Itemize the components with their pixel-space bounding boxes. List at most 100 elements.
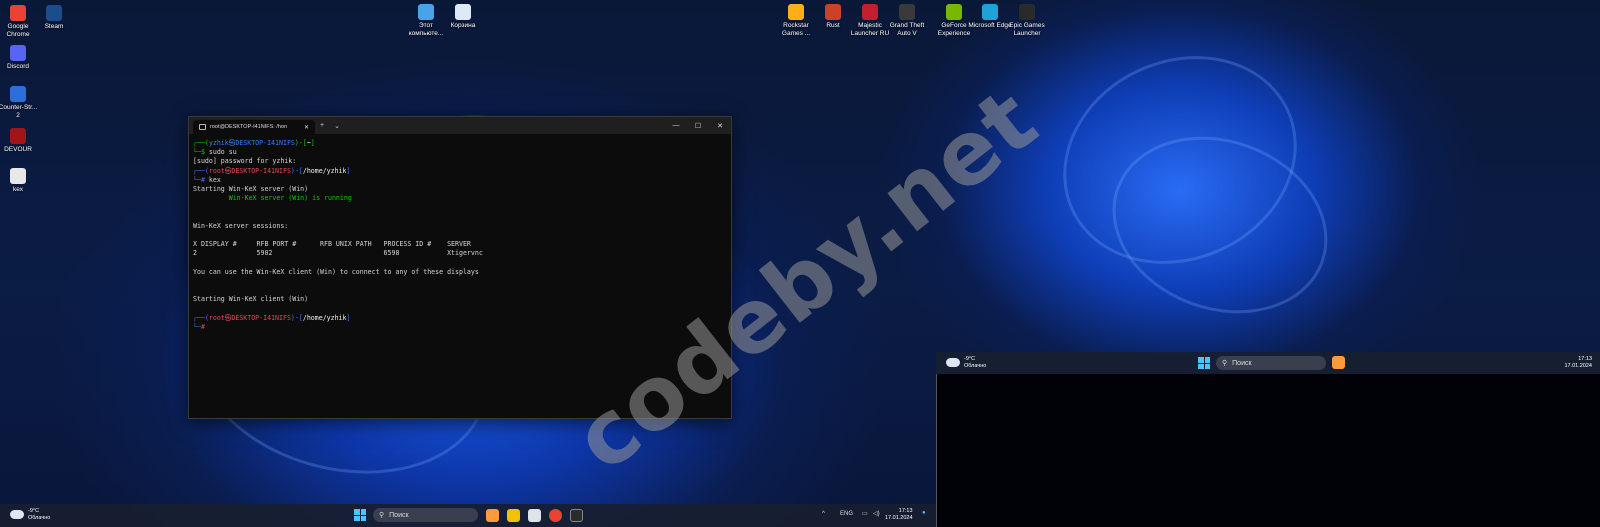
cloud-icon — [10, 510, 24, 519]
desktop-icon[interactable]: DEVOUR — [0, 128, 40, 154]
terminal-line: X DISPLAY # RFB PORT # RFB UNIX PATH PRO… — [193, 240, 727, 249]
weather-widget[interactable]: -9°C Облачно — [10, 508, 50, 521]
terminal-text: ┌──( — [193, 313, 209, 322]
terminal-text: )-[ — [290, 166, 303, 175]
terminal-line — [193, 213, 727, 222]
terminal-line — [193, 231, 727, 240]
notification-icon[interactable]: ● — [922, 510, 926, 516]
terminal-icon — [199, 124, 206, 130]
terminal-text: Starting Win-KeX server (Win) — [193, 185, 309, 194]
desktop-icon-label: Grand Theft Auto V — [889, 22, 925, 37]
close-button[interactable]: ✕ — [709, 122, 731, 130]
geforce-icon — [946, 4, 962, 20]
taskbar-secondary: -9°C Облачно ⚲ Поиск 17:13 17.01.2024 — [936, 352, 1600, 374]
maximize-button[interactable]: ☐ — [687, 122, 709, 130]
terminal-text: yzhik㉿DESKTOP-I41NIFS — [208, 139, 295, 147]
terminal-line: └─# kex — [193, 176, 727, 185]
clock[interactable]: 17:13 17.01.2024 — [885, 508, 913, 522]
desktop-icon[interactable]: Grand Theft Auto V — [885, 4, 929, 37]
weather-desc: Облачно — [28, 514, 51, 521]
desktop-icon[interactable]: kex — [0, 168, 40, 194]
terminal-output[interactable]: ┌──(yzhik㉿DESKTOP-I41NIFS)-[~] └─$ sudo s… — [189, 134, 731, 337]
terminal-text: └─ — [193, 323, 201, 332]
terminal-text: root㉿DESKTOP-I41NIFS — [208, 313, 291, 322]
majestic-icon — [862, 4, 878, 20]
store-icon[interactable] — [528, 509, 541, 522]
terminal-text: )-[ — [294, 139, 307, 147]
terminal-text: ] — [310, 139, 315, 147]
app-icon[interactable] — [1332, 356, 1345, 369]
chrome-icon[interactable] — [549, 509, 562, 522]
start-button[interactable] — [354, 509, 366, 521]
desktop-icon[interactable]: Корзина — [441, 4, 485, 30]
terminal-taskbar-icon[interactable] — [570, 509, 583, 522]
terminal-line: Starting Win-KeX client (Win) — [193, 295, 727, 304]
terminal-titlebar[interactable]: root@DESKTOP-I41NIFS: /hon ✕ + ⌄ — ☐ ✕ — [189, 117, 731, 134]
terminal-text: Win-KeX server sessions: — [193, 221, 289, 230]
terminal-text: Starting Win-KeX client (Win) — [193, 295, 309, 304]
clock[interactable]: 17:13 17.01.2024 — [1564, 356, 1592, 370]
close-tab-icon[interactable]: ✕ — [304, 124, 309, 131]
desktop-icon[interactable]: Counter-Str... 2 — [0, 86, 40, 119]
desktop-icon-label: Counter-Str... 2 — [0, 104, 38, 119]
terminal-tab-title: root@DESKTOP-I41NIFS: /hon — [210, 124, 288, 130]
terminal-text: ] — [346, 313, 351, 322]
clock-date: 17.01.2024 — [1564, 363, 1592, 369]
discord-icon — [10, 45, 26, 61]
terminal-line: [sudo] password for yzhik: — [193, 157, 727, 166]
new-tab-button[interactable]: + — [315, 122, 329, 129]
rockstar-icon — [788, 4, 804, 20]
terminal-line: You can use the Win-KeX client (Win) to … — [193, 268, 727, 277]
start-button[interactable] — [1198, 357, 1210, 369]
terminal-line: └─# — [193, 323, 727, 332]
file-explorer-icon[interactable] — [507, 509, 520, 522]
weather-temp: -9°C — [28, 508, 40, 514]
cloud-icon — [946, 358, 960, 367]
desktop-icon[interactable]: Discord — [0, 45, 40, 71]
devour-icon — [10, 128, 26, 144]
edge-icon — [982, 4, 998, 20]
weather-temp: -9°C — [964, 356, 976, 362]
terminal-text: root㉿DESKTOP-I41NIFS — [208, 166, 291, 175]
terminal-line: 2 5902 6598 Xtigervnc — [193, 249, 727, 258]
search-icon: ⚲ — [379, 512, 385, 519]
cs2-icon — [10, 86, 26, 102]
tray-chevron-icon[interactable]: ^ — [822, 511, 825, 517]
recycle-bin-icon — [455, 4, 471, 20]
search-placeholder: Поиск — [389, 511, 409, 519]
terminal-line: Starting Win-KeX server (Win) — [193, 185, 727, 194]
volume-icon[interactable]: ◁) — [873, 510, 880, 517]
weather-widget[interactable]: -9°C Облачно — [946, 356, 986, 369]
search-box[interactable]: ⚲ Поиск — [1216, 356, 1326, 370]
rust-icon — [825, 4, 841, 20]
desktop-icon[interactable]: Epic Games Launcher — [1005, 4, 1049, 37]
desktop-icon-label: Steam — [44, 23, 64, 30]
language-indicator[interactable]: ENG — [840, 511, 853, 517]
weather-desc: Облачно — [964, 362, 987, 369]
terminal-text: ┌──( — [193, 166, 209, 175]
desktop-icon-label: kex — [12, 186, 24, 193]
desktop-icon-label: Discord — [6, 63, 30, 70]
terminal-line — [193, 305, 727, 314]
desktop-icon[interactable]: Steam — [32, 5, 76, 31]
tab-dropdown-button[interactable]: ⌄ — [329, 122, 345, 130]
terminal-line: Win-KeX server sessions: — [193, 222, 727, 231]
terminal-text: # — [200, 323, 205, 332]
terminal-text: Win-KeX server (Win) is running — [193, 194, 352, 203]
terminal-tab[interactable]: root@DESKTOP-I41NIFS: /hon ✕ — [193, 120, 315, 134]
network-icon[interactable]: ▭ — [862, 510, 868, 517]
terminal-text: sudo su — [208, 148, 237, 157]
clock-time: 17:13 — [1578, 356, 1592, 362]
computer-icon — [418, 4, 434, 20]
vnc-viewer-panel[interactable] — [936, 374, 1600, 527]
search-box[interactable]: ⚲ Поиск — [373, 508, 478, 522]
minimize-button[interactable]: — — [665, 122, 687, 130]
terminal-line — [193, 203, 727, 212]
terminal-text: └─# — [193, 175, 209, 184]
desktop-icon-label: DEVOUR — [4, 146, 32, 153]
app-icon[interactable] — [486, 509, 499, 522]
